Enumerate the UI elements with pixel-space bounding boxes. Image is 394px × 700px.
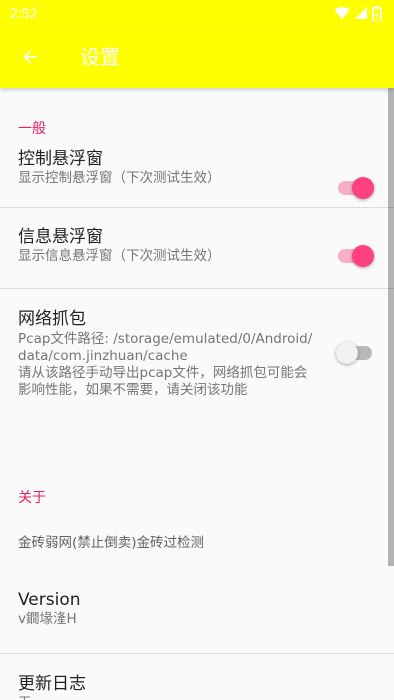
preference-summary: 显示控制悬浮窗（下次测试生效） — [18, 170, 221, 186]
battery-icon — [372, 5, 382, 21]
status-bar: 2:52 — [0, 0, 394, 26]
packet-capture-preference[interactable]: 网络抓包 Pcap文件路径: /storage/emulated/0/Andro… — [0, 289, 394, 429]
preference-summary: Pcap文件路径: /storage/emulated/0/Android/da… — [18, 331, 313, 398]
floating-window-switch[interactable] — [338, 176, 374, 200]
switch-thumb — [336, 342, 358, 364]
preference-title: 信息悬浮窗 — [18, 227, 103, 247]
version-value: v鐗堟湰H — [18, 611, 77, 627]
wifi-icon — [334, 7, 350, 20]
preference-summary: 显示信息悬浮窗（下次测试生效） — [18, 248, 221, 264]
preference-title: 更新日志 — [18, 674, 86, 694]
packet-capture-switch[interactable] — [336, 341, 372, 365]
category-about: 关于 — [18, 490, 46, 506]
switch-thumb — [352, 177, 374, 199]
floating-window-preference[interactable]: 控制悬浮窗 显示控制悬浮窗（下次测试生效） — [0, 142, 394, 208]
preference-title: 控制悬浮窗 — [18, 149, 103, 169]
status-icons — [334, 5, 382, 21]
back-button[interactable] — [8, 35, 52, 79]
version-preference[interactable]: Version v鐗堟湰H — [0, 569, 394, 654]
info-window-preference[interactable]: 信息悬浮窗 显示信息悬浮窗（下次测试生效） — [0, 208, 394, 289]
preference-title: Version — [18, 590, 81, 610]
preference-title: 网络抓包 — [18, 309, 86, 329]
notice-text: 金砖弱网(禁止倒卖)金砖过检测 — [18, 535, 205, 551]
arrow-back-icon — [23, 50, 37, 64]
changelog-preference[interactable]: 更新日志 无 — [0, 654, 394, 700]
signal-icon — [355, 7, 367, 19]
settings-list[interactable]: 一般 控制悬浮窗 显示控制悬浮窗（下次测试生效） 信息悬浮窗 显示信息悬浮窗（下… — [0, 88, 394, 700]
category-general: 一般 — [18, 121, 46, 137]
notice-preference[interactable]: 金砖弱网(禁止倒卖)金砖过检测 — [0, 523, 394, 569]
status-time: 2:52 — [10, 5, 38, 21]
switch-thumb — [352, 245, 374, 267]
changelog-value: 无 — [18, 695, 376, 700]
app-bar: 设置 — [0, 26, 394, 88]
scrollbar[interactable] — [388, 88, 394, 566]
info-window-switch[interactable] — [338, 244, 374, 268]
page-title: 设置 — [80, 45, 120, 69]
